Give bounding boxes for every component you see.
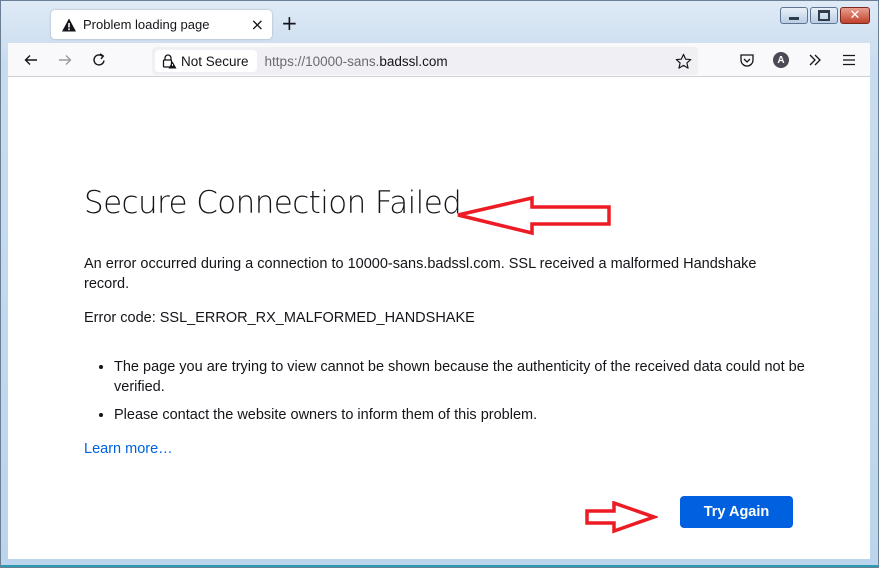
url-host: badssl.com: [379, 53, 448, 69]
reload-button[interactable]: [87, 48, 111, 72]
avatar: A: [773, 52, 789, 68]
warning-icon: [62, 18, 76, 31]
error-description: An error occurred during a connection to…: [84, 256, 757, 292]
reload-icon: [93, 53, 105, 66]
tab-close-button[interactable]: ×: [251, 16, 264, 33]
maximize-icon: [818, 10, 830, 21]
back-button[interactable]: [19, 48, 43, 72]
pocket-button[interactable]: [735, 48, 759, 72]
annotation-arrow-right: [585, 501, 658, 534]
bookmark-button[interactable]: [672, 50, 694, 72]
account-button[interactable]: A: [769, 48, 793, 72]
maximize-button[interactable]: [810, 7, 838, 24]
error-page: Secure Connection Failed An error occurr…: [8, 77, 870, 559]
list-item: The page you are trying to view cannot b…: [114, 357, 834, 397]
hamburger-icon: [843, 54, 855, 66]
url-prefix: https://10000-sans.: [264, 53, 380, 69]
broken-lock-icon: [162, 54, 177, 69]
window-controls: ✕: [780, 7, 870, 24]
browser-window: ✕ Problem loading page × + Not Secure ht…: [0, 0, 879, 568]
tab-title: Problem loading page: [83, 17, 210, 32]
forward-icon: [59, 55, 72, 65]
navigation-toolbar: Not Secure https://10000-sans.badssl.com…: [8, 43, 870, 77]
minimize-button[interactable]: [780, 7, 808, 24]
site-identity-button[interactable]: Not Secure: [155, 50, 257, 72]
new-tab-button[interactable]: +: [281, 13, 298, 33]
try-again-button[interactable]: Try Again: [680, 496, 793, 528]
page-title: Secure Connection Failed: [84, 185, 462, 221]
pocket-icon: [740, 54, 754, 67]
tab-problem-loading[interactable]: Problem loading page ×: [51, 10, 272, 39]
menu-button[interactable]: [837, 48, 861, 72]
annotation-arrow-left: [457, 195, 611, 236]
error-details-list: The page you are trying to view cannot b…: [84, 357, 834, 433]
error-code: Error code: SSL_ERROR_RX_MALFORMED_HANDS…: [84, 310, 475, 326]
list-item: Please contact the website owners to inf…: [114, 405, 834, 425]
minimize-icon: [789, 16, 799, 20]
learn-more-link[interactable]: Learn more…: [84, 441, 173, 457]
close-icon: ✕: [849, 8, 861, 23]
star-icon: [675, 53, 691, 69]
forward-button[interactable]: [53, 48, 77, 72]
close-window-button[interactable]: ✕: [840, 7, 870, 24]
back-icon: [24, 55, 37, 65]
url-text[interactable]: https://10000-sans.badssl.com: [265, 54, 448, 69]
url-bar[interactable]: Not Secure https://10000-sans.badssl.com: [152, 47, 698, 75]
not-secure-label: Not Secure: [181, 53, 249, 69]
chevrons-icon: [809, 54, 821, 66]
overflow-button[interactable]: [803, 48, 827, 72]
